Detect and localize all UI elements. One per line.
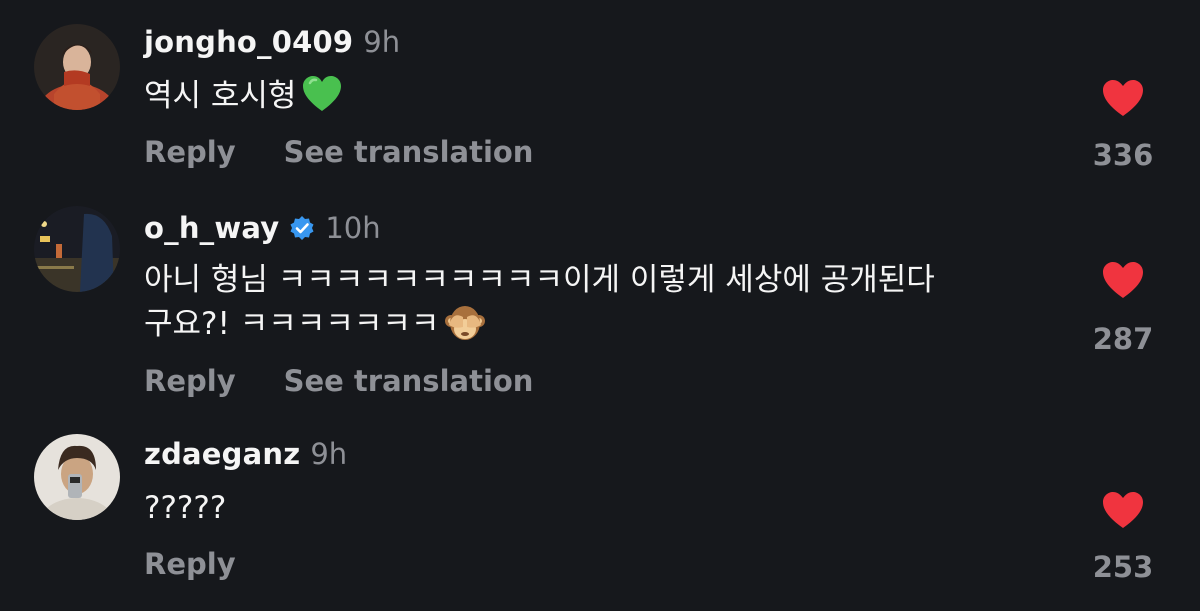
username[interactable]: jongho_0409 <box>144 25 353 59</box>
avatar-image <box>34 206 120 292</box>
comment-text-content: 역시 호시형 <box>144 78 297 114</box>
heart-icon[interactable] <box>1101 490 1145 530</box>
username[interactable]: zdaeganz <box>144 437 300 471</box>
comment-actions: Reply <box>144 544 236 584</box>
verified-badge-icon <box>289 215 315 241</box>
heart-icon[interactable] <box>1101 260 1145 300</box>
reply-button[interactable]: Reply <box>144 135 236 169</box>
like-count: 336 <box>1092 138 1154 172</box>
comment-text-line: 아니 형님 ㅋㅋㅋㅋㅋㅋㅋㅋㅋㅋ이게 이렇게 세상에 공개된다 <box>144 262 935 298</box>
comment-meta: zdaeganz 9h <box>144 434 347 474</box>
avatar-image <box>34 434 120 520</box>
comment-actions: Reply See translation <box>144 361 533 401</box>
comment-text-content: ????? <box>144 490 227 526</box>
avatar[interactable] <box>34 434 120 520</box>
like-control: 253 <box>1092 490 1154 584</box>
avatar[interactable] <box>34 206 120 292</box>
comment-meta: jongho_0409 9h <box>144 22 400 62</box>
like-count: 287 <box>1092 322 1154 356</box>
comment-text-content: 구요?! ㅋㅋㅋㅋㅋㅋㅋ <box>144 306 440 342</box>
comment-text-line: 구요?! ㅋㅋㅋㅋㅋㅋㅋ <box>144 302 1064 346</box>
timestamp: 9h <box>310 437 348 471</box>
reply-button[interactable]: Reply <box>144 547 236 581</box>
see-translation-button[interactable]: See translation <box>284 135 534 169</box>
comment-text: ????? <box>144 486 1064 530</box>
like-control: 287 <box>1092 260 1154 356</box>
heart-icon[interactable] <box>1101 78 1145 118</box>
like-control: 336 <box>1092 78 1154 172</box>
see-translation-button[interactable]: See translation <box>284 364 534 398</box>
comment-text: 아니 형님 ㅋㅋㅋㅋㅋㅋㅋㅋㅋㅋ이게 이렇게 세상에 공개된다 구요?! ㅋㅋㅋ… <box>144 258 1064 346</box>
reply-button[interactable]: Reply <box>144 364 236 398</box>
username[interactable]: o_h_way <box>144 211 279 245</box>
avatar[interactable] <box>34 24 120 110</box>
timestamp: 9h <box>363 25 401 59</box>
comment-meta: o_h_way 10h <box>144 208 381 248</box>
see-no-evil-monkey-icon <box>443 301 487 345</box>
timestamp: 10h <box>325 211 381 245</box>
comment-text: 역시 호시형 <box>144 74 1064 118</box>
avatar-image <box>34 24 120 110</box>
like-count: 253 <box>1092 550 1154 584</box>
comment-actions: Reply See translation <box>144 132 533 172</box>
green-heart-icon <box>300 73 344 117</box>
